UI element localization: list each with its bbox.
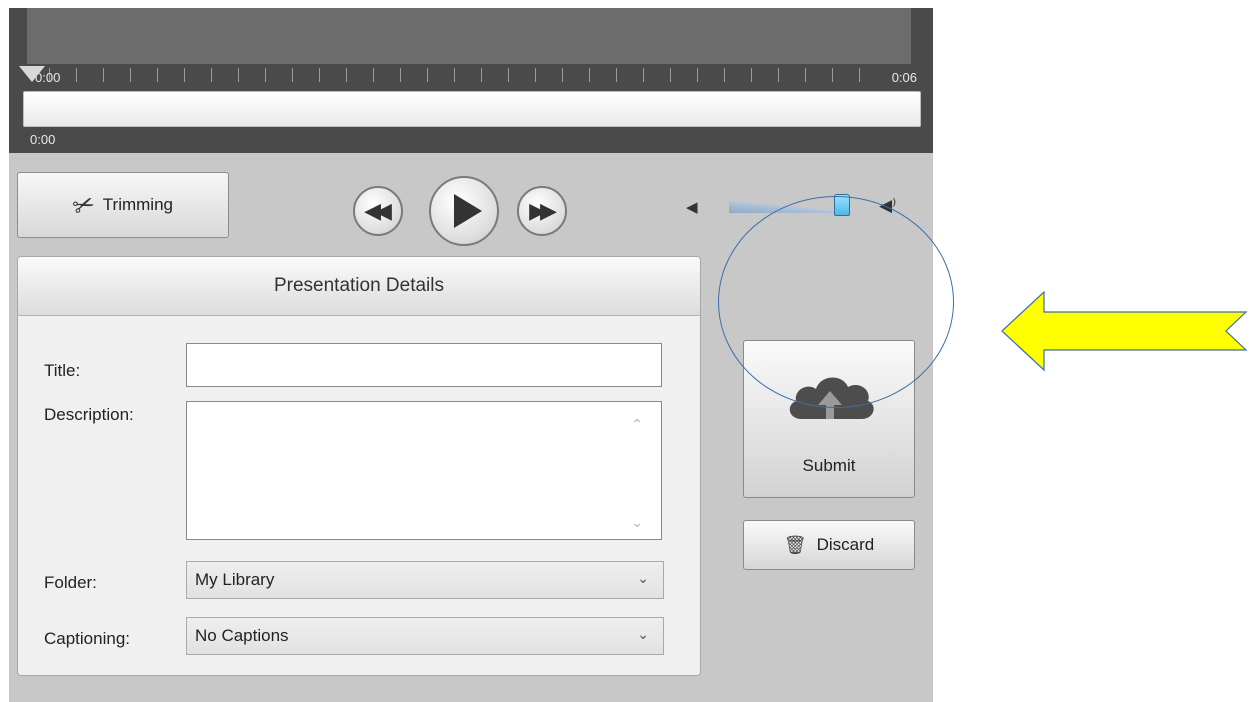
fast-forward-button[interactable]: ▶▶ <box>517 186 567 236</box>
captioning-value: No Captions <box>195 626 289 645</box>
current-time-readout: 0:00 <box>30 132 56 147</box>
annotation-circle <box>718 196 954 408</box>
chevron-down-icon: ⌄ <box>637 570 649 586</box>
rewind-icon: ◀◀ <box>364 198 392 223</box>
chevron-down-icon: ⌄ <box>637 626 649 642</box>
folder-label: Folder: <box>44 573 97 592</box>
annotation-arrow-icon <box>1001 290 1248 372</box>
folder-value: My Library <box>195 570 275 589</box>
panel-title: Presentation Details <box>273 275 445 296</box>
discard-button[interactable]: 🗑 Discard <box>743 520 915 570</box>
rewind-button[interactable]: ◀◀ <box>353 186 403 236</box>
presentation-details-panel: Presentation Details Title: Description:… <box>17 256 701 676</box>
description-label: Description: <box>44 405 134 424</box>
play-button[interactable] <box>429 176 499 246</box>
trimming-label: Trimming <box>102 195 173 214</box>
captioning-label: Captioning: <box>44 629 131 648</box>
folder-select[interactable]: My Library ⌄ <box>186 561 664 599</box>
title-input[interactable] <box>186 343 662 387</box>
video-preview-area: 0:00 0:06 0:00 <box>9 8 933 153</box>
fast-forward-icon: ▶▶ <box>529 198 557 223</box>
trimming-button[interactable]: ✂ Trimming <box>17 172 229 238</box>
discard-label: Discard <box>816 535 875 554</box>
playhead-marker[interactable] <box>19 66 45 82</box>
timeline-ruler: 0:00 0:06 <box>19 64 921 90</box>
description-textarea[interactable]: ⌃ ⌄ <box>186 401 662 540</box>
play-icon <box>454 194 482 228</box>
scroll-up-icon[interactable]: ⌃ <box>631 416 643 433</box>
title-label: Title: <box>44 361 81 380</box>
panel-header: Presentation Details <box>18 257 700 316</box>
scissors-icon: ✂ <box>68 186 100 223</box>
submit-label: Submit <box>802 456 856 475</box>
ruler-end-time: 0:06 <box>891 70 917 85</box>
captioning-select[interactable]: No Captions ⌄ <box>186 617 664 655</box>
scroll-down-icon[interactable]: ⌄ <box>631 514 643 531</box>
video-screen <box>27 8 911 64</box>
volume-low-icon: ◀ <box>686 199 698 216</box>
trash-icon: 🗑 <box>783 534 807 555</box>
timeline-track[interactable] <box>23 91 921 127</box>
ruler-ticks <box>49 68 869 82</box>
